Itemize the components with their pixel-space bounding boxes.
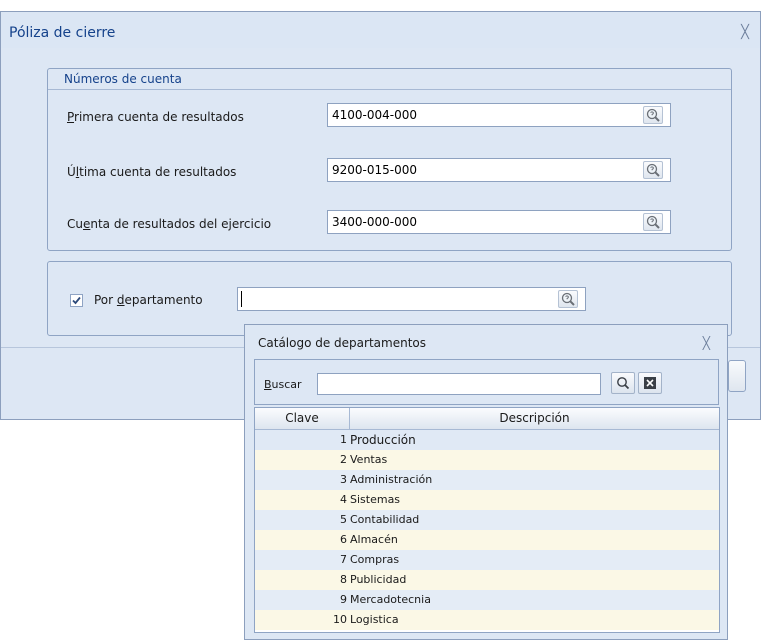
cell-key: 2 <box>340 453 347 466</box>
last-account-value: 9200-015-000 <box>332 163 418 177</box>
catalog-close-icon[interactable]: ╳ <box>703 336 710 350</box>
catalog-search-panel: Buscar <box>254 359 719 405</box>
department-field[interactable] <box>237 287 586 311</box>
cell-key: 8 <box>340 573 347 586</box>
cell-key: 7 <box>340 553 347 566</box>
first-account-label: Primera cuenta de resultados <box>67 110 244 124</box>
last-account-field[interactable]: 9200-015-000 <box>327 158 671 182</box>
cell-description: Almacén <box>350 533 398 546</box>
accounts-group-header: Números de cuenta <box>64 72 182 86</box>
close-icon[interactable]: ╳ <box>738 26 752 40</box>
lookup-icon <box>646 108 660 122</box>
search-icon <box>617 377 630 390</box>
catalog-search-button[interactable] <box>611 372 635 394</box>
accounts-group: Números de cuenta Primera cuenta de resu… <box>47 68 732 251</box>
cell-description: Sistemas <box>350 493 401 506</box>
fiscal-year-account-lookup-button[interactable] <box>643 213 663 231</box>
fiscal-year-account-label: Cuenta de resultados del ejercicio <box>67 217 272 231</box>
table-row[interactable]: 10 Logistica <box>255 610 719 630</box>
first-account-value: 4100-004-000 <box>332 108 418 122</box>
cell-description: Ventas <box>350 453 388 466</box>
lookup-icon <box>646 163 660 177</box>
cell-description: Contabilidad <box>350 513 420 526</box>
column-header-key[interactable]: Clave <box>255 408 350 429</box>
cell-description: Mercadotecnia <box>350 593 431 606</box>
cell-key: 5 <box>340 513 347 526</box>
dialog-action-button[interactable] <box>728 360 746 392</box>
table-row[interactable]: 9 Mercadotecnia <box>255 590 719 610</box>
table-row[interactable]: 6 Almacén <box>255 530 719 550</box>
cell-description: Publicidad <box>350 573 407 586</box>
table-row[interactable]: 2 Ventas <box>255 450 719 470</box>
checkmark-icon <box>72 296 81 305</box>
last-account-label: Última cuenta de resultados <box>67 165 237 179</box>
first-account-lookup-button[interactable] <box>643 106 663 124</box>
cell-description: Logistica <box>350 613 399 626</box>
department-label: Por departamento <box>94 293 203 307</box>
table-row[interactable]: 1 Producción <box>255 430 719 450</box>
lookup-icon <box>561 292 575 306</box>
catalog-title: Catálogo de departamentos <box>258 336 426 350</box>
dialog-title: Póliza de cierre <box>9 25 116 41</box>
cell-description: Administración <box>350 473 433 486</box>
column-header-description[interactable]: Descripción <box>350 408 719 429</box>
fiscal-year-account-field[interactable]: 3400-000-000 <box>327 210 671 234</box>
cell-key: 10 <box>333 613 347 626</box>
cell-key: 4 <box>340 493 347 506</box>
table-row[interactable]: 7 Compras <box>255 550 719 570</box>
department-checkbox[interactable] <box>70 294 83 307</box>
grid-header: Clave Descripción <box>255 408 719 430</box>
cell-description: Compras <box>350 553 400 566</box>
department-lookup-button[interactable] <box>558 290 578 308</box>
table-row[interactable]: 5 Contabilidad <box>255 510 719 530</box>
table-row[interactable]: 8 Publicidad <box>255 570 719 590</box>
group-divider <box>48 89 731 90</box>
catalog-clear-search-button[interactable] <box>638 372 662 394</box>
last-account-lookup-button[interactable] <box>643 161 663 179</box>
cell-key: 3 <box>340 473 347 486</box>
table-row[interactable]: 3 Administración <box>255 470 719 490</box>
first-account-field[interactable]: 4100-004-000 <box>327 103 671 127</box>
catalog-search-input[interactable] <box>317 373 601 395</box>
dialog-titlebar: Póliza de cierre ╳ <box>1 12 760 48</box>
clear-icon <box>644 377 656 389</box>
text-caret <box>241 291 242 307</box>
fiscal-year-account-value: 3400-000-000 <box>332 215 418 229</box>
search-label: Buscar <box>264 378 302 391</box>
catalog-grid: Clave Descripción 1 Producción 2 Ventas … <box>254 407 720 633</box>
cell-key: 1 <box>340 433 347 446</box>
lookup-icon <box>646 215 660 229</box>
cell-description: Producción <box>350 433 416 447</box>
cell-key: 9 <box>340 593 347 606</box>
department-catalog-popup: Catálogo de departamentos ╳ Buscar Clave… <box>244 324 728 640</box>
table-row[interactable]: 4 Sistemas <box>255 490 719 510</box>
cell-key: 6 <box>340 533 347 546</box>
